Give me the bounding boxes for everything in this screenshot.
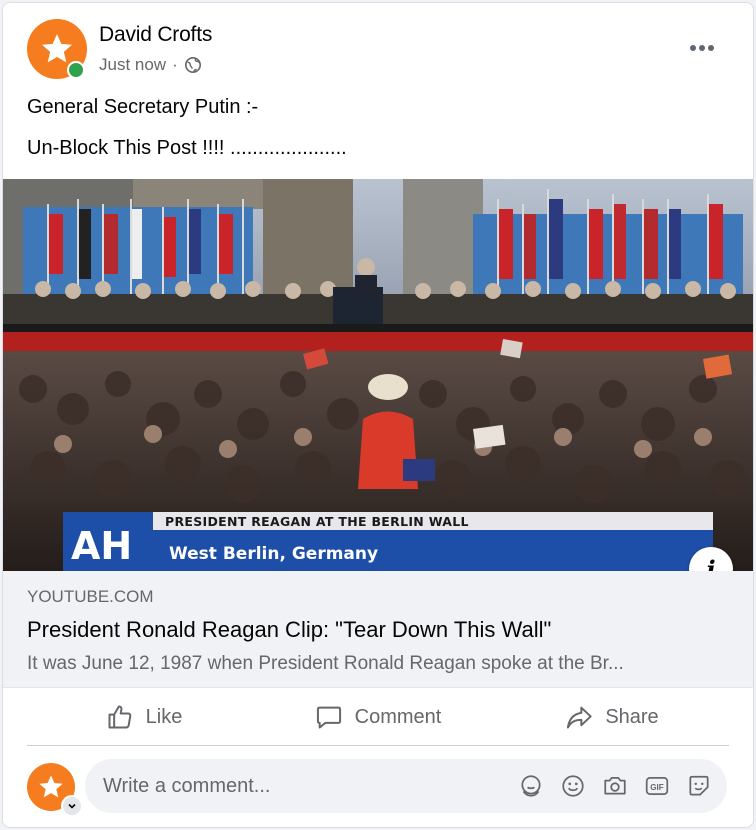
avatar-sticker-button[interactable] (517, 772, 545, 800)
star-icon (39, 775, 63, 798)
ah-logo-text: AH (71, 524, 132, 568)
comment-input[interactable]: Write a comment... GIF (85, 759, 727, 813)
like-button[interactable]: Like (27, 689, 261, 745)
post-actions-bar: Like Comment Share (27, 689, 729, 746)
post-timestamp[interactable]: Just now (99, 55, 166, 75)
post-card: David Crofts Just now · General Secretar… (2, 2, 754, 828)
gif-icon: GIF (645, 777, 669, 795)
svg-text:GIF: GIF (650, 783, 664, 792)
share-button[interactable]: Share (495, 689, 729, 745)
post-meta: Just now · (99, 55, 202, 75)
share-label: Share (605, 705, 659, 728)
author-name[interactable]: David Crofts (99, 23, 212, 47)
link-domain: YOUTUBE.COM (27, 587, 154, 606)
emoji-button[interactable] (559, 772, 587, 800)
reagan-speech-scene: PRESIDENT REAGAN AT THE BERLIN WALL West… (3, 179, 753, 571)
star-icon (42, 34, 72, 63)
caption-banner-text: PRESIDENT REAGAN AT THE BERLIN WALL (165, 514, 469, 529)
profile-switch-button[interactable] (61, 795, 83, 817)
caption-location-text: West Berlin, Germany (169, 544, 378, 564)
share-arrow-icon (567, 706, 592, 729)
gif-button[interactable]: GIF (643, 772, 671, 800)
comment-composer: Write a comment... GIF (27, 759, 729, 817)
comment-label: Comment (354, 705, 442, 728)
photo-button[interactable] (601, 772, 629, 800)
composer-icons: GIF (517, 772, 713, 800)
link-preview-image[interactable]: PRESIDENT REAGAN AT THE BERLIN WALL West… (3, 179, 753, 571)
comment-button[interactable]: Comment (261, 689, 495, 745)
more-options-button[interactable] (687, 33, 717, 63)
thumbs-up-icon (108, 705, 131, 729)
camera-icon (604, 777, 626, 795)
online-status-dot (67, 61, 85, 79)
comment-bubble-icon (316, 706, 341, 729)
meta-separator: · (172, 55, 178, 74)
link-title[interactable]: President Ronald Reagan Clip: "Tear Down… (27, 617, 551, 643)
like-label: Like (145, 705, 183, 728)
more-horizontal-icon (690, 45, 714, 51)
chevron-down-icon (68, 803, 76, 809)
post-text-line: Un-Block This Post !!!! ................… (27, 137, 347, 159)
emoji-icon (562, 775, 584, 797)
sticker-icon (689, 775, 709, 796)
comment-placeholder: Write a comment... (103, 775, 271, 797)
sticker-button[interactable] (685, 772, 713, 800)
avatar-sticker-icon (521, 775, 541, 797)
link-preview[interactable]: YOUTUBE.COM President Ronald Reagan Clip… (3, 571, 753, 688)
link-description: It was June 12, 1987 when President Rona… (27, 653, 624, 674)
globe-icon[interactable] (184, 56, 202, 74)
post-text-line: General Secretary Putin :- (27, 96, 259, 118)
